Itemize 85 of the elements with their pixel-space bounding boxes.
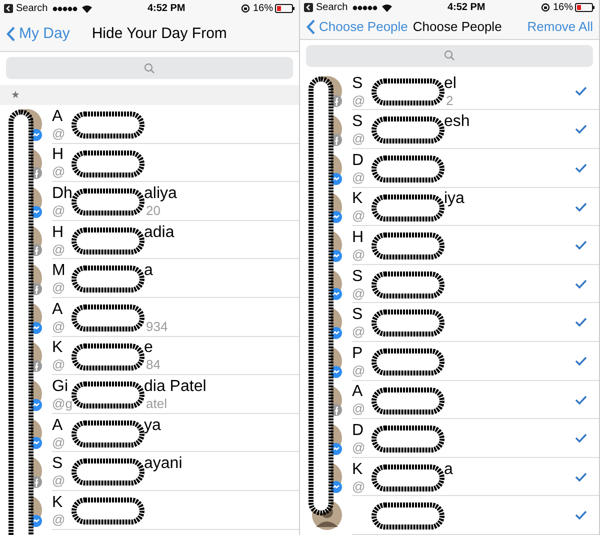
contact-name: iya <box>444 189 464 208</box>
contact-name: A <box>352 383 363 400</box>
section-header: ★ <box>11 88 20 102</box>
contact-handle: 84 <box>146 357 160 372</box>
contact-handle: @ <box>52 512 66 527</box>
chevron-left-icon <box>306 18 316 35</box>
contact-name: adia <box>144 222 174 242</box>
contact-name: K <box>352 190 363 208</box>
contact-name: Dh <box>52 184 72 202</box>
contact-handle: @ <box>352 286 366 301</box>
contact-name: dia Patel <box>144 376 206 396</box>
contact-handle: @ <box>52 242 66 257</box>
contact-name: D <box>352 152 364 169</box>
battery-percent: 16% <box>552 1 573 15</box>
search-icon <box>444 50 455 62</box>
contact-name: K <box>52 494 63 511</box>
wifi-icon <box>382 4 392 12</box>
contact-handle: @ <box>352 324 366 340</box>
battery-percent: 16% <box>252 2 273 16</box>
status-time: 4:52 PM <box>447 1 486 15</box>
contact-name: H <box>52 146 64 164</box>
chevron-left-icon <box>6 26 16 42</box>
contact-handle: 20 <box>146 202 160 218</box>
status-time: 4:52 PM <box>147 2 186 16</box>
contact-handle: atel <box>146 396 167 411</box>
wifi-icon <box>82 4 92 12</box>
contact-name: el <box>444 74 456 93</box>
contact-name: e <box>144 338 153 358</box>
contact-name: K <box>52 339 63 356</box>
contact-name: Gi <box>52 378 68 395</box>
contact-handle: @ <box>52 126 66 141</box>
contact-handle: 934 <box>146 318 168 334</box>
contact-name: aliya <box>144 184 177 203</box>
rotation-lock-icon <box>240 4 250 13</box>
contact-handle: @ <box>352 247 366 262</box>
contact-name: ya <box>144 416 161 435</box>
contact-name: S <box>52 455 63 472</box>
contact-handle: 2 <box>446 92 454 108</box>
contact-name: S <box>352 74 363 92</box>
battery-icon <box>575 3 595 12</box>
contact-handle: @ <box>52 164 66 180</box>
contact-name: esh <box>444 112 470 132</box>
contact-handle: @ <box>52 202 66 218</box>
search-field[interactable] <box>306 44 593 67</box>
contact-handle: @ <box>52 473 66 488</box>
contact-handle: @ <box>352 208 366 224</box>
nav-title: Choose People <box>412 18 502 36</box>
contact-handle: @ <box>52 280 66 296</box>
contact-handle: @ <box>352 131 366 146</box>
status-back-label[interactable]: Search <box>16 1 48 16</box>
contact-handle: @ <box>52 318 66 334</box>
contact-name: S <box>352 113 363 130</box>
contact-handle: @g <box>52 396 72 411</box>
contact-name: ayani <box>144 454 182 474</box>
contact-name: S <box>352 268 363 285</box>
contact-handle: @ <box>352 440 366 456</box>
signal-icon <box>52 6 78 12</box>
contact-name: D <box>352 422 364 440</box>
contact-name: A <box>52 108 63 125</box>
contact-handle: @ <box>52 357 66 372</box>
rotation-lock-icon <box>540 3 550 12</box>
contact-name: H <box>352 229 364 246</box>
search-icon <box>144 62 155 74</box>
contact-name: H <box>52 224 64 241</box>
contact-handle: @ <box>52 434 66 450</box>
contact-name: a <box>144 261 153 280</box>
contact-name: a <box>444 460 453 479</box>
contact-handle: @ <box>352 362 366 378</box>
contact-name: P <box>352 344 363 362</box>
battery-icon <box>275 4 295 13</box>
back-app-icon[interactable] <box>304 3 313 12</box>
status-back-label[interactable]: Search <box>316 0 348 15</box>
contact-handle: @ <box>352 478 366 494</box>
contact-handle: @ <box>352 92 366 108</box>
contact-name: S <box>352 306 363 324</box>
contact-handle: @ <box>352 170 366 185</box>
nav-title: Hide Your Day From <box>92 24 227 44</box>
back-app-icon[interactable] <box>4 4 13 13</box>
contact-handle: @ <box>352 401 366 416</box>
contact-name: M <box>52 262 66 280</box>
contact-name: K <box>352 460 363 478</box>
signal-icon <box>352 4 378 10</box>
contact-name: A <box>52 416 63 434</box>
search-field[interactable] <box>6 57 293 79</box>
contact-name: A <box>52 300 63 318</box>
